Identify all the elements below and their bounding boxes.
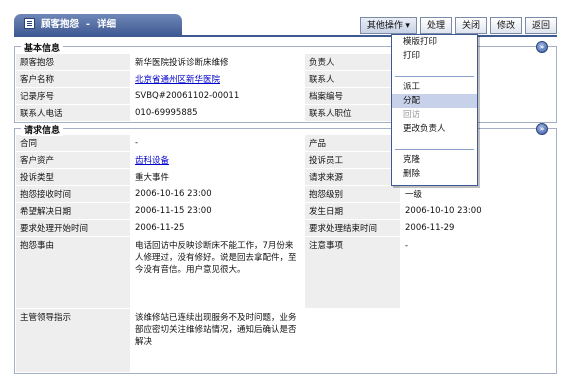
menu-item-callback: 回访 [403,110,421,120]
field-label: 联系人职位 [304,104,401,122]
field-label: 客户名称 [15,70,131,88]
menu-item-template-print[interactable]: 模版打印 [392,35,477,49]
table-row: 抱怨接收时间 2006-10-16 23:00 抱怨级别 一级 [15,185,556,203]
field-label: 抱怨接收时间 [15,185,131,203]
field-label: 记录序号 [15,87,131,105]
note-label: 注意事项 [304,236,401,309]
table-row: 抱怨事由 电话回访中反映诊断床不能工作，7月份来人修理过，没有修好。说是回去拿配… [15,236,556,309]
menu-divider [395,149,474,150]
field-value: 010-69995885 [130,104,305,122]
field-value: 新华医院投诉诊断床维修 [130,53,305,71]
field-label: 档案编号 [304,87,401,105]
basic-info-title: 基本信息 [21,41,64,54]
field-label: 产品 [304,134,401,152]
reason-text: 电话回访中反映诊断床不能工作，7月份来人修理过，没有修好。说是回去拿配件，至今没… [130,236,305,309]
collapse-circle-icon[interactable]: » [536,41,548,53]
document-icon [24,18,35,29]
field-value: 2006-10-16 23:00 [130,185,305,203]
tab-separator: - [86,19,90,30]
field-value: 2006-11-29 [400,219,556,237]
field-label: 请求来源 [304,168,401,186]
tab-subtitle: 详细 [96,19,116,30]
process-button[interactable]: 处理 [419,17,452,34]
customer-name-link[interactable]: 北京省通州区新华医院 [135,75,220,85]
close-button[interactable]: 关闭 [454,17,487,34]
table-row: 要求处理开始时间 2006-11-25 要求处理结束时间 2006-11-29 [15,219,556,237]
menu-item-print[interactable]: 打印 [392,49,477,63]
field-value: 2006-11-15 23:00 [130,202,305,220]
menu-divider [395,76,474,77]
field-value: 一级 [400,185,556,203]
field-value: 2006-11-25 [130,219,305,237]
field-label: 合同 [15,134,131,152]
field-label: 希望解决日期 [15,202,131,220]
instruction-label: 主管领导指示 [15,308,131,373]
field-value: 重大事件 [130,168,305,186]
field-label: 发生日期 [304,202,401,220]
table-row: 希望解决日期 2006-11-15 23:00 发生日期 2006-10-10 … [15,202,556,220]
tab-title: 顾客抱怨 [41,19,80,30]
note-value: - [400,236,556,309]
empty-cell [400,308,556,373]
collapse-circle-icon[interactable]: » [536,123,548,135]
toolbar: 其他操作 ▾ 处理 关闭 修改 返回 [359,17,557,34]
field-label: 抱怨级别 [304,185,401,203]
field-value: - [130,134,305,152]
field-label: 客户资产 [15,151,131,169]
edit-button[interactable]: 修改 [489,17,522,34]
other-ops-button[interactable]: 其他操作 ▾ [359,17,417,34]
field-label: 投诉类型 [15,168,131,186]
customer-asset-link[interactable]: 齿科设备 [135,156,169,166]
field-label: 投诉员工 [304,151,401,169]
field-label: 联系人电话 [15,104,131,122]
field-label: 负责人 [304,53,401,71]
instruction-text: 该维修站已连续出现服务不及时问题，业务部应密切关注维修站情况，通知后确认是否解决 [130,308,305,373]
menu-item-delete[interactable]: 删除 [392,167,477,181]
menu-item-assign[interactable]: 分配 [392,94,477,108]
menu-item-change-owner[interactable]: 更改负责人 [392,122,477,136]
field-value: 2006-10-10 23:00 [400,202,556,220]
request-info-title: 请求信息 [21,123,64,136]
field-value: SVBQ#20061102-00011 [130,87,305,105]
menu-item-clone[interactable]: 克隆 [392,153,477,167]
back-button[interactable]: 返回 [524,17,557,34]
field-label: 联系人 [304,70,401,88]
field-label: 要求处理开始时间 [15,219,131,237]
page-tab: 顾客抱怨 - 详细 [14,14,182,36]
field-label: 要求处理结束时间 [304,219,401,237]
reason-label: 抱怨事由 [15,236,131,309]
menu-item-dispatch[interactable]: 派工 [392,80,477,94]
table-row: 主管领导指示 该维修站已连续出现服务不及时问题，业务部应密切关注维修站情况，通知… [15,308,556,373]
field-label: 顾客抱怨 [15,53,131,71]
empty-cell [304,308,401,373]
other-ops-menu: 模版打印 打印 派工 分配 回访 更改负责人 克隆 删除 [391,34,478,186]
